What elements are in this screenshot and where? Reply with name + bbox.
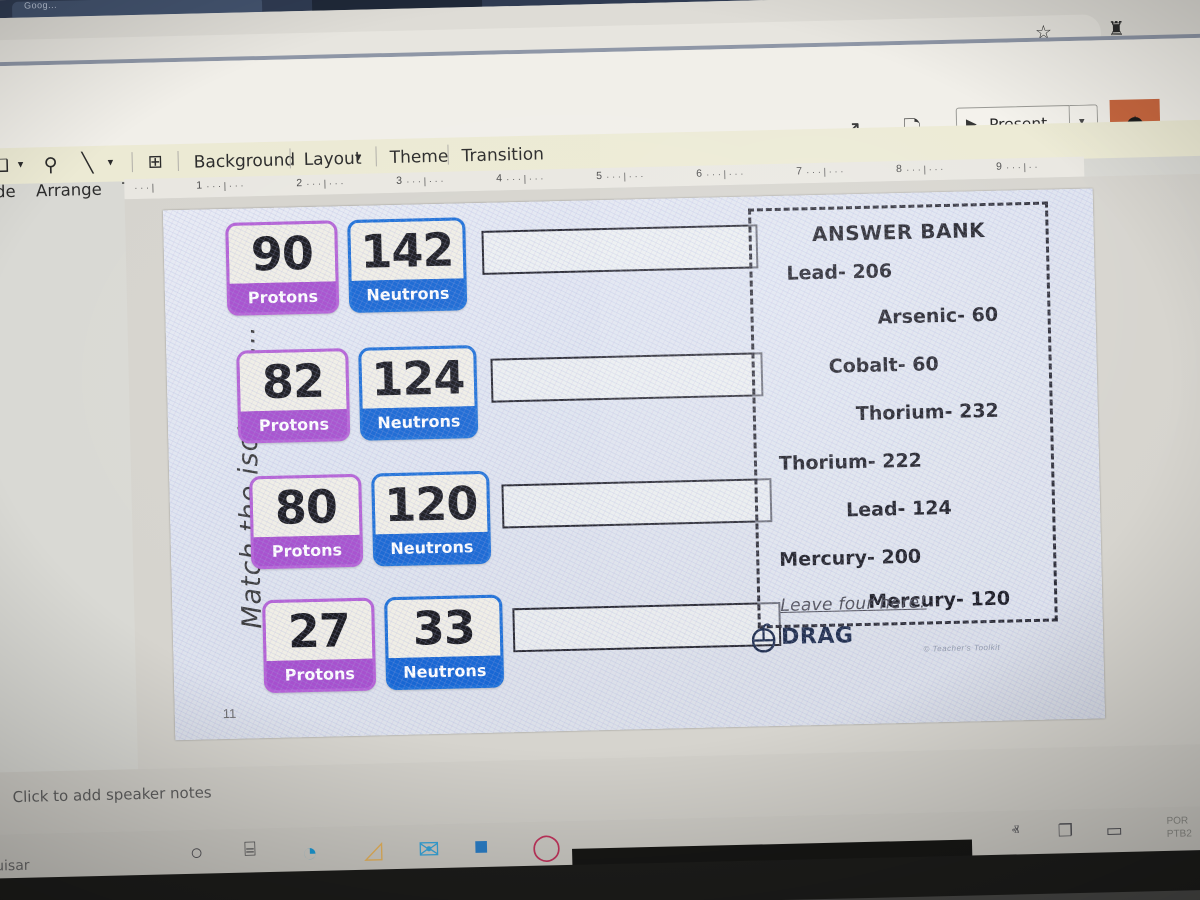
laptop-screen: Goog... oogle.com/presentation/d/1eWnH2z… (0, 0, 1200, 900)
neutrons-value: 124 (361, 348, 475, 409)
answer-bank-item[interactable]: Cobalt- 60 (828, 353, 938, 378)
answer-bank-item[interactable]: Lead- 206 (786, 260, 892, 284)
slide-canvas-area[interactable]: Match the isotopes... 11 90 Protons 142 … (124, 172, 1200, 770)
image-caret-icon[interactable]: ▾ (18, 158, 24, 171)
answer-blank-2[interactable] (490, 352, 764, 403)
toolbar-divider (447, 144, 449, 165)
protons-label: Protons (229, 281, 337, 313)
protons-value: 27 (265, 600, 373, 662)
mail-icon[interactable]: ✉ (418, 834, 441, 866)
language-indicator[interactable]: POR PTB2 (1166, 814, 1192, 841)
neutrons-label: Neutrons (362, 406, 476, 438)
line-icon[interactable]: ╲ (81, 152, 93, 174)
browser-tab-label: Goog... (23, 0, 58, 11)
theme-button[interactable]: Theme (389, 147, 448, 168)
menu-item-slide[interactable]: Slide (0, 182, 16, 202)
answer-bank[interactable]: ANSWER BANK Lead- 206 Arsenic- 60 Cobalt… (747, 201, 1058, 629)
ruler-mark-9: 9 (995, 160, 1003, 173)
ruler-mark-4: 4 (496, 172, 503, 185)
transition-button[interactable]: Transition (461, 144, 544, 166)
protons-label: Protons (240, 409, 348, 441)
protons-value: 80 (252, 476, 360, 538)
slide-number: 11 (222, 705, 237, 722)
toolbar-divider (131, 152, 133, 173)
language-line-2: PTB2 (1166, 828, 1192, 840)
neutrons-card[interactable]: 33 Neutrons (384, 594, 505, 691)
slide-11[interactable]: Match the isotopes... 11 90 Protons 142 … (162, 188, 1106, 741)
layout-button[interactable]: Layout (303, 149, 361, 170)
layout-caret-icon[interactable]: ▾ (356, 151, 362, 164)
neutrons-card[interactable]: 124 Neutrons (358, 345, 479, 441)
neutrons-card[interactable]: 142 Neutrons (347, 217, 468, 314)
ruler-mark-6: 6 (696, 167, 703, 180)
ruler-mark-5: 5 (596, 170, 603, 183)
answer-blank-4[interactable] (512, 601, 782, 653)
answer-blank-3[interactable] (501, 478, 773, 529)
ruler-mark-1: 1 (196, 179, 203, 192)
protons-card[interactable]: 80 Protons (249, 473, 364, 570)
toolbar-divider (375, 146, 377, 167)
line-caret-icon[interactable]: ▾ (108, 156, 114, 169)
answer-bank-item[interactable]: Arsenic- 60 (877, 304, 998, 329)
ruler-mark-3: 3 (396, 174, 403, 187)
dell-support-icon[interactable]: ■ (474, 833, 489, 861)
neutrons-value: 33 (387, 597, 501, 659)
onedrive-alert-icon[interactable]: ❐ (1058, 821, 1074, 841)
speaker-notes-placeholder: Click to add speaker notes (12, 783, 212, 807)
answer-blank-1[interactable] (481, 224, 759, 275)
answer-bank-item[interactable]: Lead- 124 (846, 497, 952, 521)
neutrons-value: 142 (350, 220, 464, 281)
opera-browser-icon[interactable]: ◯ (532, 831, 562, 863)
language-line-1: POR (1166, 815, 1189, 827)
slide-watermark: © Teacher's Toolkit (923, 642, 1001, 654)
ruler-mark-2: 2 (296, 177, 303, 190)
file-explorer-icon[interactable]: ◿ (364, 835, 383, 864)
insert-image-icon[interactable]: ❑ (0, 156, 9, 176)
ruler-mark-7: 7 (795, 165, 803, 178)
neutrons-label: Neutrons (351, 278, 465, 310)
neutrons-card[interactable]: 120 Neutrons (371, 470, 492, 567)
protons-label: Protons (253, 534, 361, 567)
comment-box-icon[interactable]: ⊞ (147, 151, 163, 172)
cortana-circle-icon[interactable]: ○ (190, 840, 204, 866)
drag-label: DRAG (780, 623, 854, 650)
protons-card[interactable]: 82 Protons (236, 348, 351, 444)
answer-bank-item[interactable]: Thorium- 222 (779, 450, 922, 475)
background-button[interactable]: Background (194, 150, 296, 172)
protons-card[interactable]: 27 Protons (262, 597, 377, 694)
taskbar-search-text[interactable]: quisar (0, 858, 30, 875)
ruler-mark-8: 8 (895, 162, 903, 176)
edge-browser-icon[interactable]: ◔ (302, 837, 318, 868)
protons-card[interactable]: 90 Protons (225, 220, 340, 316)
answer-bank-item[interactable]: Thorium- 232 (856, 400, 999, 425)
battery-icon[interactable]: ▭ (1106, 820, 1124, 841)
leave-four-here-note: Leave four here! (780, 592, 927, 616)
answer-bank-item[interactable]: Mercury- 200 (779, 546, 921, 571)
show-hidden-icons-chevron[interactable]: ⱏ (1012, 822, 1020, 839)
protons-label: Protons (266, 658, 374, 691)
neutrons-label: Neutrons (388, 655, 502, 688)
neutrons-label: Neutrons (375, 531, 489, 564)
task-view-icon[interactable]: ⌸ (244, 838, 257, 861)
photo-of-screen: Goog... oogle.com/presentation/d/1eWnH2z… (0, 0, 1200, 900)
protons-value: 90 (228, 223, 336, 284)
computer-mouse-icon (751, 623, 776, 653)
shape-icon[interactable]: ⚲ (44, 154, 58, 176)
answer-bank-title: ANSWER BANK (811, 218, 986, 247)
drag-hint: DRAG (751, 621, 854, 659)
neutrons-value: 120 (374, 473, 488, 535)
protons-value: 82 (239, 351, 347, 412)
toolbar-divider (177, 150, 179, 172)
